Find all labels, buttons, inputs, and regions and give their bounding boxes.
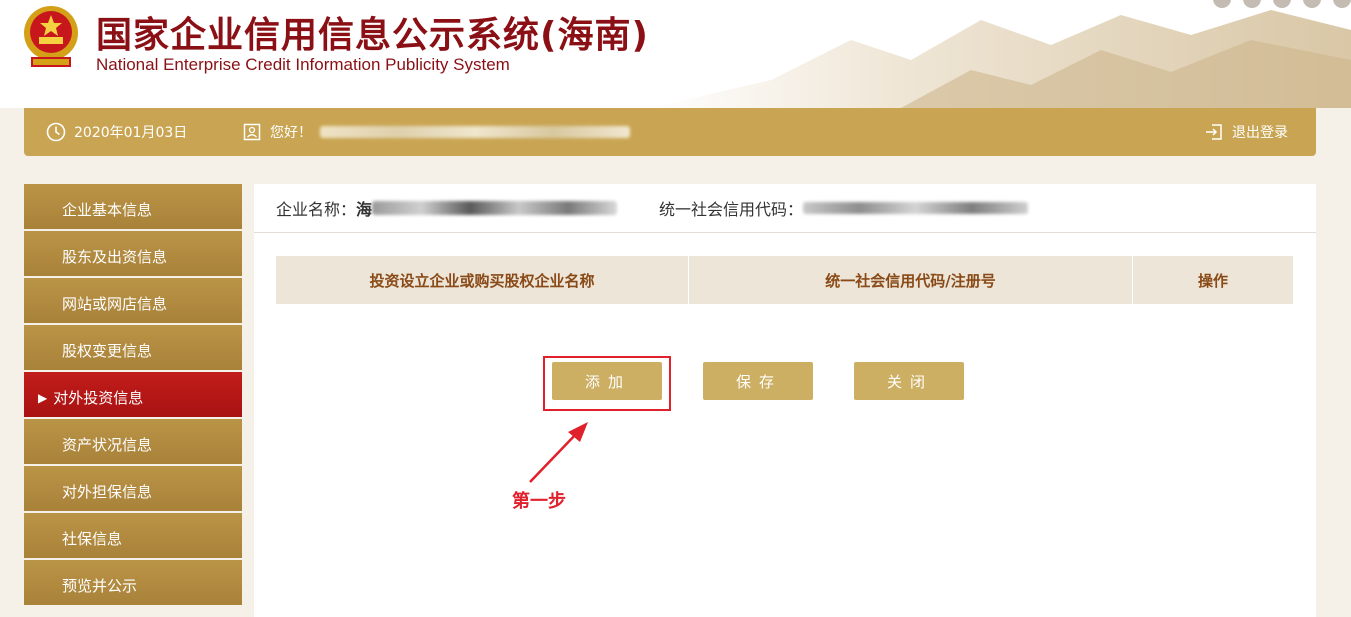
sidebar-item-label: 网站或网店信息 — [62, 295, 168, 313]
current-date: 2020年01月03日 — [74, 125, 188, 141]
site-title: 国家企业信用信息公示系统(海南) — [96, 15, 649, 56]
sidebar-item-label: 股权变更信息 — [62, 342, 153, 360]
sidebar-item-label: 预览并公示 — [62, 577, 138, 595]
company-name-field: 企业名称： 海 — [276, 196, 618, 220]
sidebar-item-label: 企业基本信息 — [62, 201, 153, 219]
circle-icon[interactable] — [1213, 0, 1231, 8]
circle-icon[interactable] — [1273, 0, 1291, 8]
user-card-icon — [243, 123, 261, 141]
credit-code-label: 统一社会信用代码： — [659, 200, 804, 219]
circle-icon[interactable] — [1243, 0, 1261, 8]
sidebar-item-label: 社保信息 — [62, 530, 123, 548]
sidebar-item-label: 股东及出资信息 — [62, 248, 168, 266]
mountain-banner-image — [651, 10, 1351, 108]
greeting-text: 您好！ — [270, 125, 312, 141]
sidebar-nav: 企业基本信息 股东及出资信息 网站或网店信息 股权变更信息 ▶ 对外投资信息 资产… — [24, 184, 242, 607]
sidebar-item-social-security[interactable]: 社保信息 — [24, 513, 242, 558]
logout-icon — [1206, 124, 1222, 140]
column-header-actions: 操作 — [1132, 256, 1293, 304]
triangle-right-icon: ▶ — [38, 390, 48, 405]
company-info-bar: 企业名称： 海 统一社会信用代码： — [254, 184, 1316, 233]
site-subtitle: National Enterprise Credit Information P… — [96, 55, 510, 74]
clock-icon — [46, 122, 66, 142]
sidebar-item-assets[interactable]: 资产状况信息 — [24, 419, 242, 464]
sidebar-item-preview-publish[interactable]: 预览并公示 — [24, 560, 242, 605]
logout-link[interactable]: 退出登录 — [1204, 108, 1288, 156]
sidebar-item-shareholders[interactable]: 股东及出资信息 — [24, 231, 242, 276]
sidebar-item-equity-change[interactable]: 股权变更信息 — [24, 325, 242, 370]
credit-code-field: 统一社会信用代码： — [659, 196, 1029, 220]
redacted-credit-code — [803, 202, 1029, 214]
sidebar-item-label: 对外担保信息 — [62, 483, 153, 501]
sidebar-item-basic-info[interactable]: 企业基本信息 — [24, 184, 242, 229]
window-dots — [1213, 0, 1351, 8]
table-header-row: 投资设立企业或购买股权企业名称 统一社会信用代码/注册号 操作 — [276, 256, 1293, 304]
circle-icon[interactable] — [1303, 0, 1321, 8]
logout-label: 退出登录 — [1232, 125, 1288, 141]
site-header: 国家企业信用信息公示系统(海南) National Enterprise Cre… — [0, 0, 1351, 108]
date-display: 2020年01月03日 — [46, 108, 187, 156]
company-name-label: 企业名称： — [276, 200, 357, 219]
redacted-company-name — [372, 201, 618, 215]
user-greeting: 您好！ — [242, 108, 630, 156]
company-name-partial: 海 — [356, 200, 373, 219]
sidebar-item-external-investment[interactable]: ▶ 对外投资信息 — [24, 372, 242, 417]
annotation-arrow-icon — [529, 422, 588, 483]
redacted-username — [320, 126, 630, 138]
circle-icon[interactable] — [1333, 0, 1351, 8]
add-button[interactable]: 添加 — [552, 362, 662, 400]
main-content: 企业名称： 海 统一社会信用代码： 投资设立企业或购买股权企业名称 统一社会信用… — [254, 184, 1316, 617]
column-header-credit-code: 统一社会信用代码/注册号 — [688, 256, 1133, 304]
national-emblem-icon — [24, 6, 78, 67]
save-button[interactable]: 保存 — [703, 362, 813, 400]
sidebar-item-label: 对外投资信息 — [53, 389, 144, 407]
sidebar-item-website[interactable]: 网站或网店信息 — [24, 278, 242, 323]
sidebar-item-guarantee[interactable]: 对外担保信息 — [24, 466, 242, 511]
step-annotation: 第一步 — [512, 491, 566, 512]
user-toolbar: 2020年01月03日 您好！ 退出登录 — [24, 108, 1316, 156]
investment-table: 投资设立企业或购买股权企业名称 统一社会信用代码/注册号 操作 — [276, 256, 1293, 304]
close-button[interactable]: 关闭 — [854, 362, 964, 400]
sidebar-item-label: 资产状况信息 — [62, 436, 153, 454]
column-header-company: 投资设立企业或购买股权企业名称 — [276, 256, 689, 304]
